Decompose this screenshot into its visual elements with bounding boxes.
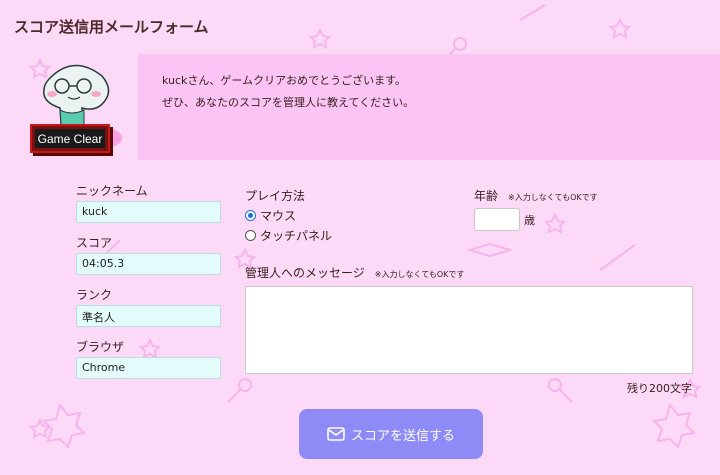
score-field[interactable]: 04:05.3	[76, 253, 221, 275]
age-optional-note: ※入力しなくてもOKです	[508, 193, 598, 202]
nickname-field[interactable]: kuck	[76, 201, 221, 223]
age-label: 年齢	[474, 189, 499, 203]
game-clear-label: Game Clear	[35, 129, 105, 148]
browser-field[interactable]: Chrome	[76, 357, 221, 379]
nickname-label: ニックネーム	[76, 184, 148, 198]
radio-unselected-icon	[245, 230, 256, 241]
play-method-mouse-radio[interactable]: マウス	[245, 207, 296, 224]
remaining-characters: 残り200文字	[627, 382, 692, 395]
page-title: スコア送信用メールフォーム	[14, 18, 209, 36]
age-input[interactable]	[474, 208, 520, 231]
message-label: 管理人へのメッセージ	[245, 266, 365, 280]
score-label: スコア	[76, 236, 113, 250]
age-unit: 歳	[524, 214, 535, 227]
rank-field[interactable]: 準名人	[76, 305, 221, 327]
game-clear-badge: Game Clear	[30, 124, 110, 153]
envelope-icon	[327, 427, 345, 441]
message-textarea[interactable]	[245, 286, 693, 374]
rank-label: ランク	[76, 288, 113, 302]
banner-line-2: ぜひ、あなたのスコアを管理人に教えてください。	[162, 96, 415, 109]
play-method-touch-label: タッチパネル	[260, 229, 333, 243]
banner-line-1: kuckさん、ゲームクリアおめでとうございます。	[162, 74, 406, 87]
message-label-row: 管理人へのメッセージ ※入力しなくてもOKです	[245, 264, 464, 281]
submit-score-button[interactable]: スコアを送信する	[299, 409, 483, 459]
radio-selected-icon	[245, 210, 256, 221]
play-method-label: プレイ方法	[245, 189, 306, 203]
play-method-mouse-label: マウス	[260, 209, 297, 223]
submit-score-label: スコアを送信する	[350, 428, 455, 444]
clear-message-banner: kuckさん、ゲームクリアおめでとうございます。 ぜひ、あなたのスコアを管理人に…	[138, 54, 720, 160]
age-label-row: 年齢 ※入力しなくてもOKです	[474, 187, 598, 204]
play-method-touch-radio[interactable]: タッチパネル	[245, 227, 332, 244]
message-optional-note: ※入力しなくてもOKです	[374, 270, 465, 279]
browser-label: ブラウザ	[76, 340, 125, 354]
